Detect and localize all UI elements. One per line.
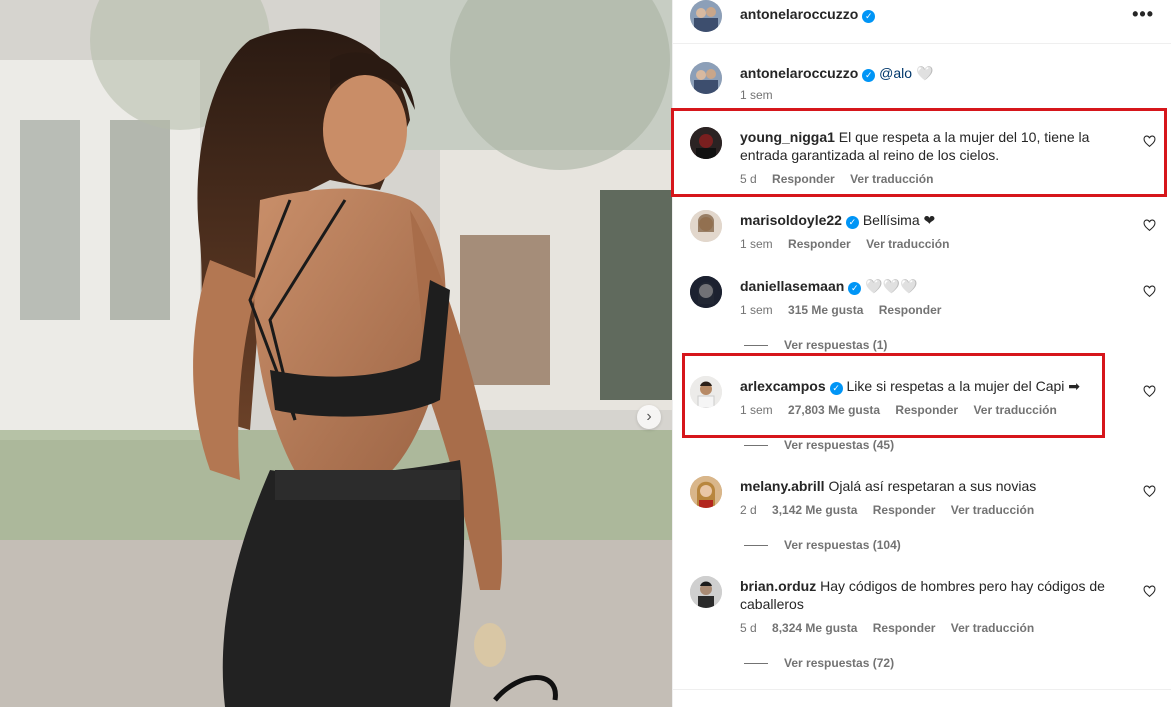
likes-count[interactable]: 315 Me gusta [788, 303, 863, 317]
verified-badge-icon: ✓ [848, 282, 862, 295]
view-replies-label: Ver respuestas (72) [784, 656, 895, 670]
post-photo: › [0, 0, 672, 707]
like-heart-icon[interactable] [1143, 585, 1156, 598]
commenter-avatar[interactable] [690, 576, 722, 608]
verified-badge-icon: ✓ [845, 216, 859, 229]
author-avatar[interactable] [690, 62, 722, 94]
comment-item: marisoldoyle22 ✓ Bellísima ❤ 1 sem Respon… [673, 210, 1171, 254]
view-replies-button[interactable]: Ver respuestas (72) [744, 656, 894, 670]
view-replies-label: Ver respuestas (1) [784, 338, 888, 352]
comment-time[interactable]: 1 sem [740, 303, 773, 317]
reply-button[interactable]: Responder [873, 621, 936, 635]
replies-divider [744, 445, 768, 447]
replies-divider [744, 663, 768, 665]
caption-time[interactable]: 1 sem [740, 88, 773, 102]
author-avatar[interactable] [690, 0, 722, 32]
reply-button[interactable]: Responder [879, 303, 942, 317]
caption-emoji: 🤍 [915, 65, 934, 81]
highlight-box-comment-1 [671, 108, 1167, 197]
caption-mention[interactable]: @alo [879, 65, 912, 81]
actions-divider [673, 689, 1171, 690]
view-replies-label: Ver respuestas (45) [784, 438, 895, 452]
comment-item: brian.orduz Hay códigos de hombres pero … [673, 576, 1171, 670]
translate-button[interactable]: Ver traducción [951, 503, 1034, 517]
view-replies-label: Ver respuestas (104) [784, 538, 901, 552]
comment-text: Bellísima ❤ [862, 212, 936, 228]
view-replies-button[interactable]: Ver respuestas (104) [744, 538, 901, 552]
verified-badge-icon: ✓ [862, 10, 876, 23]
likes-count[interactable]: 3,142 Me gusta [772, 503, 857, 517]
translate-button[interactable]: Ver traducción [951, 621, 1034, 635]
likes-count[interactable]: 8,324 Me gusta [772, 621, 857, 635]
translate-button[interactable]: Ver traducción [866, 237, 949, 251]
chevron-right-icon: › [646, 408, 652, 425]
comment-item: melany.abrill Ojalá así respetaran a sus… [673, 476, 1171, 552]
comment-text: Ojalá así respetaran a sus novias [828, 478, 1037, 494]
comment-username[interactable]: melany.abrill [740, 478, 825, 494]
view-replies-button[interactable]: Ver respuestas (1) [744, 338, 887, 352]
comment-time[interactable]: 1 sem [740, 237, 773, 251]
comment-time[interactable]: 2 d [740, 503, 757, 517]
reply-button[interactable]: Responder [788, 237, 851, 251]
comment-time[interactable]: 5 d [740, 621, 757, 635]
verified-badge-icon: ✓ [862, 69, 876, 82]
more-options-icon[interactable]: ••• [1132, 4, 1154, 25]
caption-username[interactable]: antonelaroccuzzo [740, 65, 858, 81]
commenter-avatar[interactable] [690, 210, 722, 242]
comment-username[interactable]: brian.orduz [740, 578, 816, 594]
highlight-box-comment-2 [682, 353, 1105, 438]
next-photo-button[interactable]: › [637, 405, 661, 429]
post-caption: antonelaroccuzzo ✓ @alo 🤍 1 sem [673, 62, 1171, 106]
replies-divider [744, 345, 768, 347]
comment-username[interactable]: daniellasemaan [740, 278, 844, 294]
reply-button[interactable]: Responder [873, 503, 936, 517]
author-username[interactable]: antonelaroccuzzo [740, 6, 858, 22]
comment-item: daniellasemaan ✓ 🤍🤍🤍 1 sem 315 Me gusta R… [673, 276, 1171, 352]
commenter-avatar[interactable] [690, 476, 722, 508]
like-heart-icon[interactable] [1143, 285, 1156, 298]
like-heart-icon[interactable] [1143, 485, 1156, 498]
post-header: antonelaroccuzzo ✓ ••• [673, 0, 1171, 44]
view-replies-button[interactable]: Ver respuestas (45) [744, 438, 894, 452]
like-heart-icon[interactable] [1143, 385, 1156, 398]
comment-text: 🤍🤍🤍 [865, 278, 918, 294]
comment-username[interactable]: marisoldoyle22 [740, 212, 842, 228]
replies-divider [744, 545, 768, 547]
post-image [0, 0, 672, 707]
commenter-avatar[interactable] [690, 276, 722, 308]
like-heart-icon[interactable] [1143, 219, 1156, 232]
